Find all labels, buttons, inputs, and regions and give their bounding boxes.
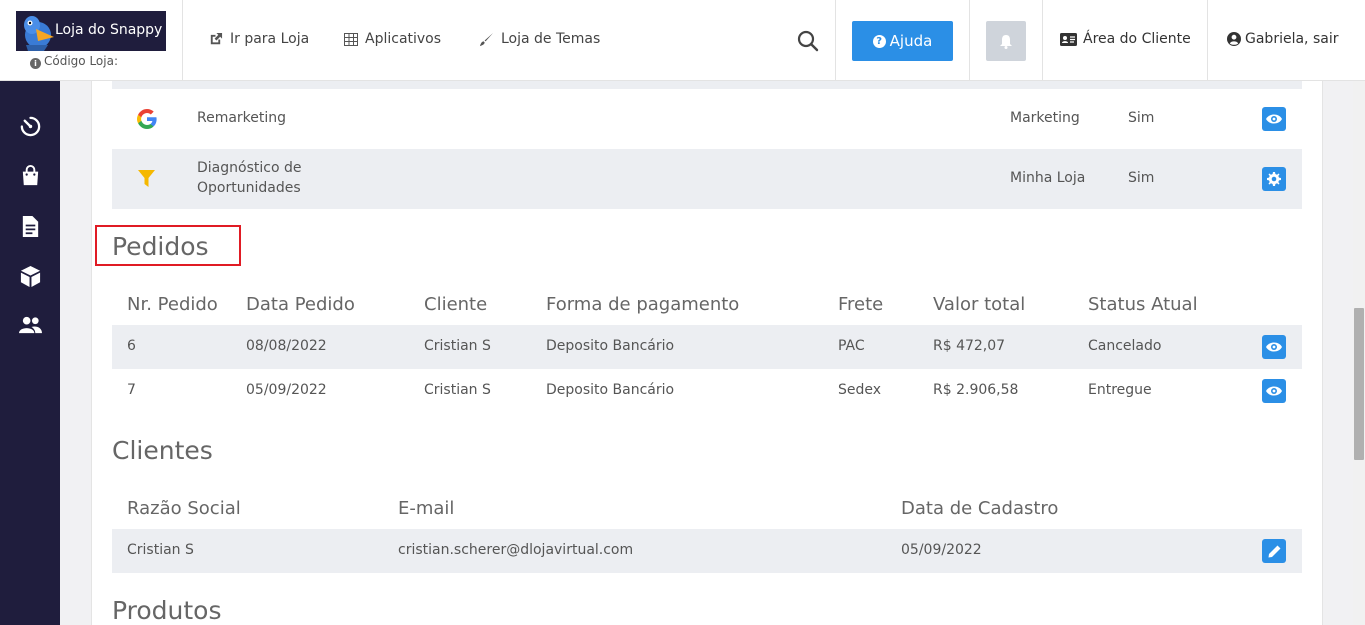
app-row-diagnostico: Diagnóstico de Oportunidades Minha Loja …: [112, 149, 1302, 209]
orders-header-status: Status Atual: [1088, 294, 1198, 315]
search-icon[interactable]: [797, 30, 819, 52]
id-card-icon: [1060, 32, 1077, 46]
clients-header-email: E-mail: [398, 498, 455, 519]
clients-title: Clientes: [112, 436, 213, 465]
box-icon[interactable]: [19, 265, 42, 288]
order-payment: Deposito Bancário: [546, 338, 675, 354]
help-label: Ajuda: [889, 32, 933, 50]
eye-icon: [1266, 342, 1282, 352]
eye-icon: [1266, 114, 1282, 124]
app-name-line2: Oportunidades: [197, 180, 301, 196]
app-name-line1: Diagnóstico de: [197, 160, 302, 176]
orders-header-number: Nr. Pedido: [127, 294, 218, 315]
google-icon: [137, 109, 157, 129]
products-title: Produtos: [112, 596, 222, 625]
order-shipping: Sedex: [838, 382, 882, 398]
view-order-button[interactable]: [1262, 379, 1286, 403]
app-row-remarketing: Remarketing Marketing Sim: [112, 89, 1302, 149]
order-shipping: PAC: [838, 338, 865, 354]
app-category: Minha Loja: [1010, 170, 1086, 186]
client-email: cristian.scherer@dlojavirtual.com: [398, 542, 634, 558]
clients-header-name: Razão Social: [127, 498, 241, 519]
sidebar: [0, 81, 60, 625]
client-area-link[interactable]: Área do Cliente: [1060, 31, 1191, 47]
brush-icon: [479, 32, 494, 46]
divider: [835, 0, 836, 81]
divider: [182, 0, 183, 81]
table-row-partial: [112, 81, 1302, 89]
notifications-button[interactable]: [986, 21, 1026, 61]
divider: [969, 0, 970, 81]
info-icon: i: [30, 58, 41, 69]
view-button[interactable]: [1262, 107, 1286, 131]
store-code-label: Código Loja:: [44, 54, 118, 68]
nav-label: Aplicativos: [365, 31, 442, 47]
orders-header-shipping: Frete: [838, 294, 884, 315]
view-order-button[interactable]: [1262, 335, 1286, 359]
order-client: Cristian S: [424, 338, 491, 354]
store-logo[interactable]: Loja do Snappy: [16, 11, 166, 51]
clients-header-date: Data de Cadastro: [901, 498, 1059, 519]
pencil-icon: [1268, 545, 1280, 557]
order-client: Cristian S: [424, 382, 491, 398]
settings-button[interactable]: [1262, 167, 1286, 191]
edit-client-button[interactable]: [1262, 539, 1286, 563]
orders-header-client: Cliente: [424, 294, 488, 315]
order-total: R$ 472,07: [933, 338, 1006, 354]
users-icon[interactable]: [19, 314, 42, 337]
orders-header-payment: Forma de pagamento: [546, 294, 740, 315]
order-payment: Deposito Bancário: [546, 382, 675, 398]
order-status: Entregue: [1088, 382, 1152, 398]
shopping-bag-icon[interactable]: [19, 164, 42, 187]
divider: [1042, 0, 1043, 81]
logo-text: Loja do Snappy: [55, 22, 163, 38]
user-label: Gabriela, sair: [1245, 31, 1339, 47]
top-bar: Loja do Snappy i Código Loja: Ir para Loj…: [0, 0, 1365, 81]
client-area-label: Área do Cliente: [1083, 31, 1191, 47]
app-active: Sim: [1128, 170, 1155, 186]
grid-icon: [344, 32, 358, 46]
app-category: Marketing: [1010, 110, 1080, 126]
nav-label: Loja de Temas: [501, 31, 601, 47]
user-logout-link[interactable]: Gabriela, sair: [1227, 31, 1338, 47]
order-date: 08/08/2022: [246, 338, 327, 354]
funnel-icon: [138, 170, 155, 187]
user-circle-icon: [1227, 32, 1241, 46]
help-button[interactable]: ? Ajuda: [852, 21, 953, 61]
document-icon[interactable]: [19, 215, 42, 238]
client-date: 05/09/2022: [901, 542, 982, 558]
orders-header-total: Valor total: [933, 294, 1026, 315]
nav-label: Ir para Loja: [230, 31, 310, 47]
nav-go-to-store[interactable]: Ir para Loja: [208, 31, 309, 47]
app-name: Remarketing: [197, 110, 287, 126]
app-active: Sim: [1128, 110, 1155, 126]
order-date: 05/09/2022: [246, 382, 327, 398]
order-number: 7: [127, 382, 136, 398]
orders-header-date: Data Pedido: [246, 294, 355, 315]
eye-icon: [1266, 386, 1282, 396]
scrollbar-thumb[interactable]: [1354, 308, 1364, 460]
nav-apps[interactable]: Aplicativos: [344, 31, 441, 47]
order-total: R$ 2.906,58: [933, 382, 1019, 398]
client-name: Cristian S: [127, 542, 194, 558]
bell-icon: [1000, 34, 1012, 49]
divider: [1207, 0, 1208, 81]
external-link-icon: [210, 32, 223, 44]
store-code: i Código Loja:: [30, 54, 118, 69]
order-number: 6: [127, 338, 136, 354]
table-row: 7 05/09/2022 Cristian S Deposito Bancári…: [112, 369, 1302, 413]
timer-icon[interactable]: [19, 115, 42, 138]
table-row: Cristian S cristian.scherer@dlojavirtual…: [112, 529, 1302, 573]
gear-icon: [1267, 172, 1281, 186]
nav-theme-store[interactable]: Loja de Temas: [479, 31, 600, 47]
table-row: 6 08/08/2022 Cristian S Deposito Bancári…: [112, 325, 1302, 369]
order-status: Cancelado: [1088, 338, 1162, 354]
highlight-box: [95, 225, 241, 266]
question-icon: ?: [872, 34, 886, 48]
snappy-bird-icon: [24, 16, 54, 51]
